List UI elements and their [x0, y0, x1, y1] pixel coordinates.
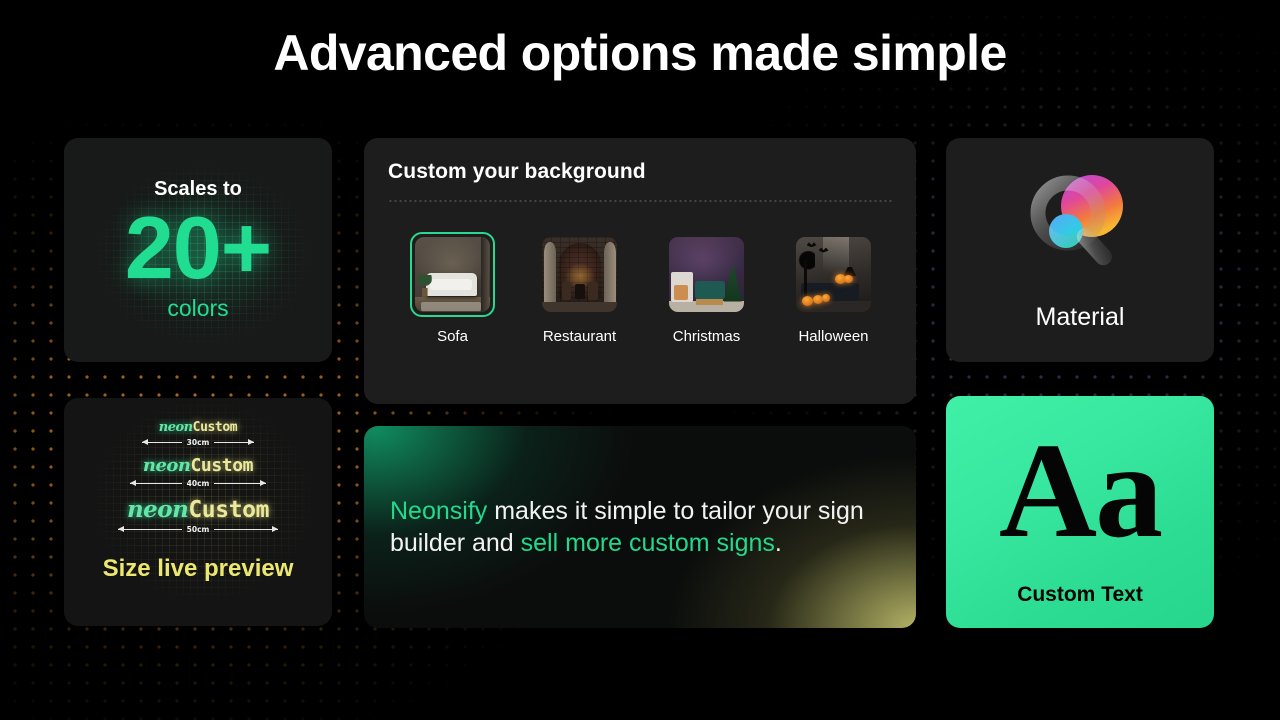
thumbnail-label: Sofa [437, 328, 468, 345]
neon-word-script: neon [126, 495, 189, 523]
neon-sign-text: neonCustom [158, 420, 238, 435]
arrow-right-icon [214, 526, 279, 533]
background-option-sofa[interactable]: Sofa [410, 232, 495, 345]
material-label: Material [1035, 302, 1125, 331]
sofa-scene-thumbnail [415, 237, 490, 312]
dimension-value: 50cm [186, 524, 210, 534]
thumbnail-label: Christmas [672, 328, 741, 345]
tagline-text: Neonsify makes it simple to tailor your … [390, 495, 880, 559]
tagline-segment-accent: sell more custom signs [520, 529, 775, 557]
dimension-line: 40cm [129, 478, 267, 488]
custom-background-card: Custom your background Sofa Restaurant C… [364, 138, 916, 404]
neon-sign-text: neonCustom [142, 454, 254, 476]
tagline-card: Neonsify makes it simple to tailor your … [364, 426, 916, 628]
dimension-line: 30cm [141, 437, 255, 447]
neon-sign-text: neonCustom [126, 495, 270, 523]
thumbnail-frame-selected[interactable] [410, 232, 495, 317]
thumbnail-label: Restaurant [542, 328, 617, 345]
restaurant-scene-thumbnail [542, 237, 617, 312]
dotted-divider [388, 200, 892, 202]
arrow-right-icon [214, 439, 255, 446]
size-preview-caption: Size live preview [102, 554, 294, 582]
arrow-left-icon [141, 439, 182, 446]
background-option-halloween[interactable]: Halloween [791, 232, 876, 345]
halloween-scene-thumbnail [796, 237, 871, 312]
dimension-value: 40cm [186, 478, 210, 488]
dimension-line: 50cm [117, 524, 279, 534]
neon-word-block: Custom [190, 454, 254, 476]
tagline-segment-period: . [774, 529, 782, 557]
neon-word-script: neon [158, 420, 193, 435]
neon-word-block: Custom [192, 420, 238, 435]
neon-word-script: neon [142, 454, 191, 476]
custom-text-card[interactable]: Aa Custom Text [946, 396, 1214, 628]
size-preview-item: neonCustom 30cm [141, 420, 255, 447]
thumbnail-frame[interactable] [791, 232, 876, 317]
arrow-left-icon [129, 480, 182, 487]
thumbnail-label: Halloween [798, 328, 869, 345]
neon-word-block: Custom [188, 496, 270, 523]
magnifier-gradient-icon [1030, 174, 1123, 265]
typography-aa-glyph: Aa [998, 416, 1163, 566]
custom-background-title: Custom your background [388, 160, 646, 183]
page-title: Advanced options made simple [273, 25, 1007, 81]
custom-text-label: Custom Text [1017, 583, 1143, 606]
scales-number: 20+ [124, 198, 272, 298]
size-preview-item: neonCustom 40cm [129, 454, 267, 488]
dimension-value: 30cm [186, 437, 210, 447]
size-preview-item: neonCustom 50cm [117, 495, 279, 534]
background-option-christmas[interactable]: Christmas [664, 232, 749, 345]
arrow-right-icon [214, 480, 267, 487]
thumbnail-frame[interactable] [664, 232, 749, 317]
slide-canvas: Advanced options made simple Scales to 2… [0, 0, 1280, 720]
material-card[interactable]: Material [946, 138, 1214, 362]
background-thumbnail-list: Sofa Restaurant Christmas Halloween [388, 232, 892, 345]
christmas-scene-thumbnail [669, 237, 744, 312]
scales-subtitle: colors [167, 294, 229, 321]
arrow-left-icon [117, 526, 182, 533]
background-option-restaurant[interactable]: Restaurant [537, 232, 622, 345]
thumbnail-frame[interactable] [537, 232, 622, 317]
scales-to-colors-card: Scales to 20+ colors [64, 138, 332, 362]
tagline-segment-brand: Neonsify [390, 497, 488, 525]
size-live-preview-card: neonCustom 30cm neonCustom 40cm neonCust… [64, 398, 332, 626]
